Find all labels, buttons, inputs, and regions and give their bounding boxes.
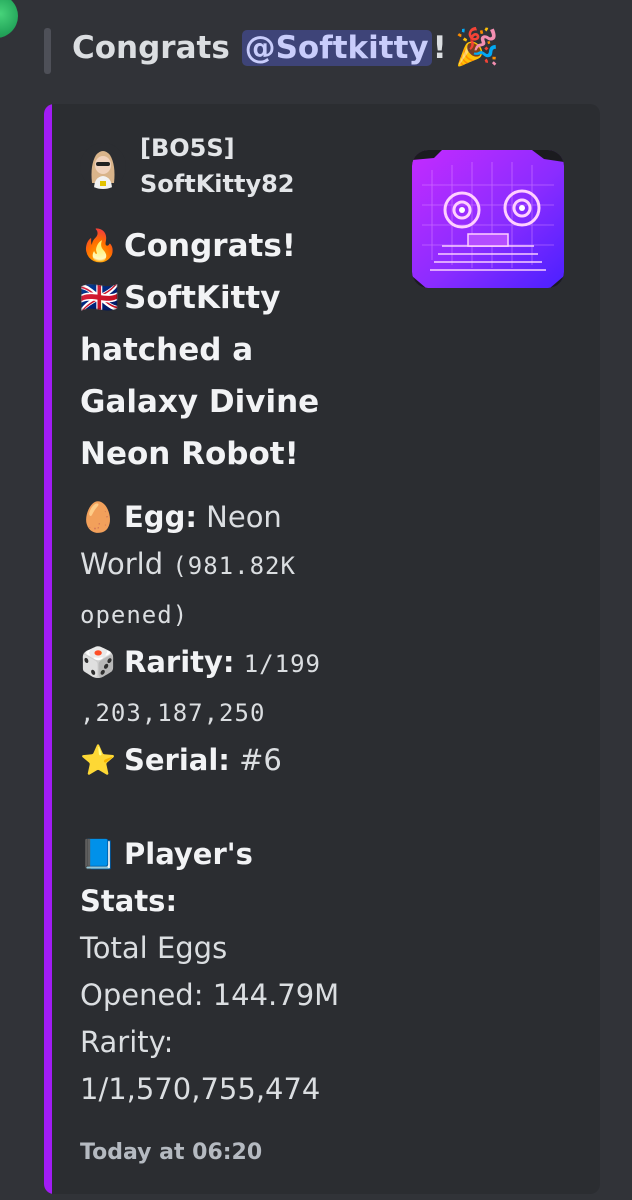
author-tag: [BO5S] xyxy=(140,134,235,162)
player-stats-header: 📘 Player's xyxy=(80,831,380,878)
egg-emoji: 🥚 xyxy=(80,500,117,534)
rarity-value: 1/199 xyxy=(243,650,321,678)
rarity-field: 🎲 Rarity: 1/199 xyxy=(80,639,380,688)
reply-bar xyxy=(44,28,51,74)
title-line: 🔥 Congrats! xyxy=(80,220,380,272)
message-suffix: ! xyxy=(432,30,447,66)
party-popper-emoji: 🎉 xyxy=(454,27,500,68)
serial-value: #6 xyxy=(239,743,282,777)
embed-author: [BO5S] SoftKitty82 xyxy=(80,130,295,202)
embed-title: 🔥 Congrats! 🇬🇧 SoftKitty hatched a Galaxy … xyxy=(80,220,380,480)
author-avatar xyxy=(80,143,126,189)
message-text: Congrats xyxy=(72,30,241,66)
user-mention[interactable]: @Softkitty xyxy=(241,30,432,66)
egg-field: 🥚 Egg: Neon xyxy=(80,494,380,541)
embed-accent-bar xyxy=(44,104,52,1194)
egg-label: Egg: xyxy=(124,500,197,534)
book-emoji: 📘 xyxy=(80,837,117,871)
serial-label: Serial: xyxy=(124,743,230,777)
serial-field: ⭐ Serial: #6 xyxy=(80,737,380,784)
fire-emoji: 🔥 xyxy=(80,228,119,264)
author-name[interactable]: SoftKitty82 xyxy=(140,166,295,202)
uk-flag-emoji: 🇬🇧 xyxy=(80,280,119,316)
embed-description: 🥚 Egg: Neon World (981.82K opened) 🎲 Rarit… xyxy=(80,494,380,1113)
title-line: hatched a xyxy=(80,332,254,368)
embed-timestamp: Today at 06:20 xyxy=(80,1140,263,1165)
title-line: Neon Robot! xyxy=(80,436,299,472)
title-line: Galaxy Divine xyxy=(80,384,320,420)
egg-value: Neon xyxy=(206,500,282,534)
title-line: 🇬🇧 SoftKitty xyxy=(80,272,380,324)
embed-card: [BO5S] SoftKitty82 🔥 Congrats! 🇬🇧 SoftKi… xyxy=(44,104,600,1194)
message-content: Congrats @Softkitty! 🎉 xyxy=(72,20,500,76)
total-eggs-stat: Total Eggs xyxy=(80,931,228,965)
rarity-label: Rarity: xyxy=(124,645,235,679)
egg-opened-count: (981.82K xyxy=(172,552,296,580)
player-rarity-stat: Rarity: xyxy=(80,1025,174,1059)
star-emoji: ⭐ xyxy=(80,743,117,777)
pet-thumbnail[interactable] xyxy=(412,150,564,288)
dice-emoji: 🎲 xyxy=(80,645,117,679)
user-avatar[interactable] xyxy=(0,0,18,38)
